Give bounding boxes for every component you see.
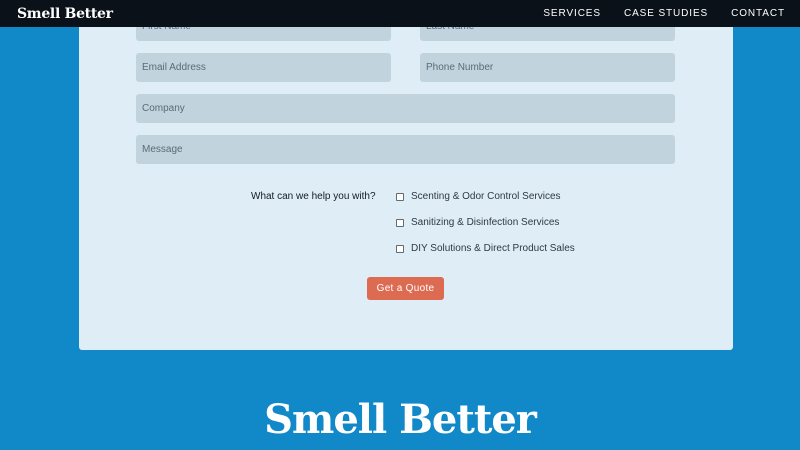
option-diy-label: DIY Solutions & Direct Product Sales — [411, 243, 575, 254]
phone-field[interactable] — [420, 53, 675, 82]
option-sanitizing[interactable]: Sanitizing & Disinfection Services — [396, 217, 559, 228]
scenting-checkbox[interactable] — [396, 192, 404, 201]
option-scenting-label: Scenting & Odor Control Services — [411, 191, 561, 202]
option-diy[interactable]: DIY Solutions & Direct Product Sales — [396, 243, 575, 254]
nav-contact[interactable]: CONTACT — [731, 8, 785, 19]
nav-services[interactable]: SERVICES — [543, 8, 601, 19]
diy-checkbox[interactable] — [396, 244, 404, 253]
option-sanitizing-label: Sanitizing & Disinfection Services — [411, 217, 560, 228]
option-scenting[interactable]: Scenting & Odor Control Services — [396, 191, 561, 202]
sanitizing-checkbox[interactable] — [396, 218, 404, 227]
email-field[interactable] — [136, 53, 391, 82]
message-field[interactable] — [136, 135, 675, 164]
nav-case-studies[interactable]: CASE STUDIES — [624, 8, 708, 19]
company-field[interactable] — [136, 94, 675, 123]
get-quote-button[interactable]: Get a Quote — [367, 277, 444, 300]
top-navbar: Smell Better SERVICES CASE STUDIES CONTA… — [0, 0, 800, 27]
footer-logo: Smell Better — [264, 396, 537, 443]
header-logo[interactable]: Smell Better — [17, 6, 113, 22]
help-question-label: What can we help you with? — [251, 191, 376, 202]
nav-links: SERVICES CASE STUDIES CONTACT — [543, 8, 785, 19]
